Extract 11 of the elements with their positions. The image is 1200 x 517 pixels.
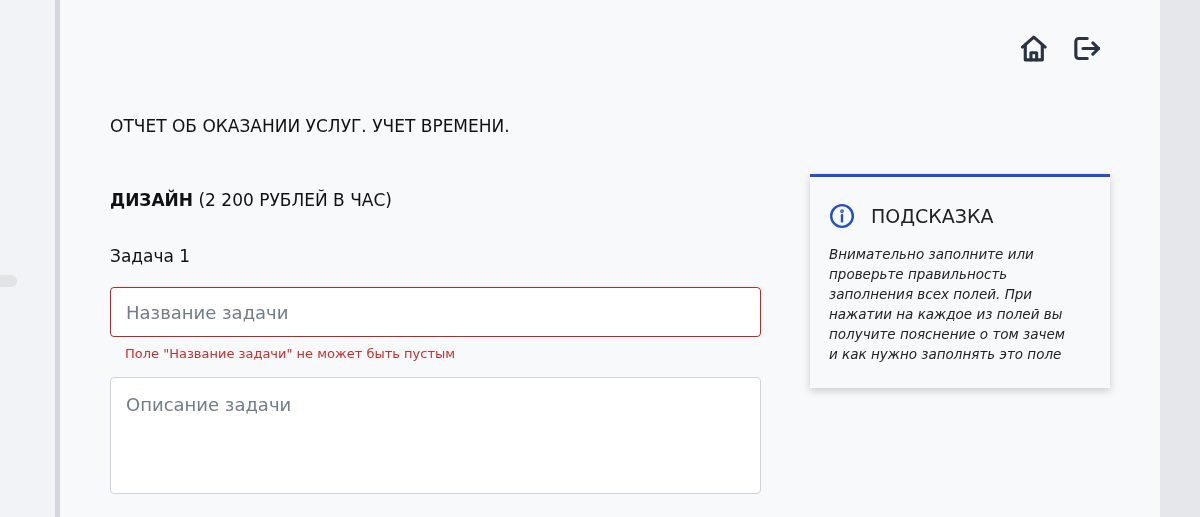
home-icon[interactable]	[1021, 35, 1048, 62]
error-message: Поле "Название задачи" не может быть пустым	[125, 345, 457, 363]
hint-title: ПОДСКАЗКА	[871, 204, 994, 228]
logout-icon[interactable]	[1073, 35, 1100, 62]
section-heading: ДИЗАЙН (2 200 РУБЛЕЙ В ЧАС)	[110, 188, 393, 212]
hint-text: Внимательно заполните или проверьте правильность заполнения всех полей. При нажатии на каждое из полей вы получите пояснение о том зачем и как нужно заполнять это поле	[829, 245, 1066, 364]
task-label: Задача 1	[110, 245, 192, 268]
page-title: ОТЧЕТ ОБ ОКАЗАНИИ УСЛУГ. УЧЕТ ВРЕМЕНИ.	[110, 115, 511, 138]
info-icon	[829, 203, 855, 229]
input-field[interactable]: Название задачи	[110, 287, 761, 337]
text-area[interactable]: Описание задачи	[110, 377, 761, 494]
